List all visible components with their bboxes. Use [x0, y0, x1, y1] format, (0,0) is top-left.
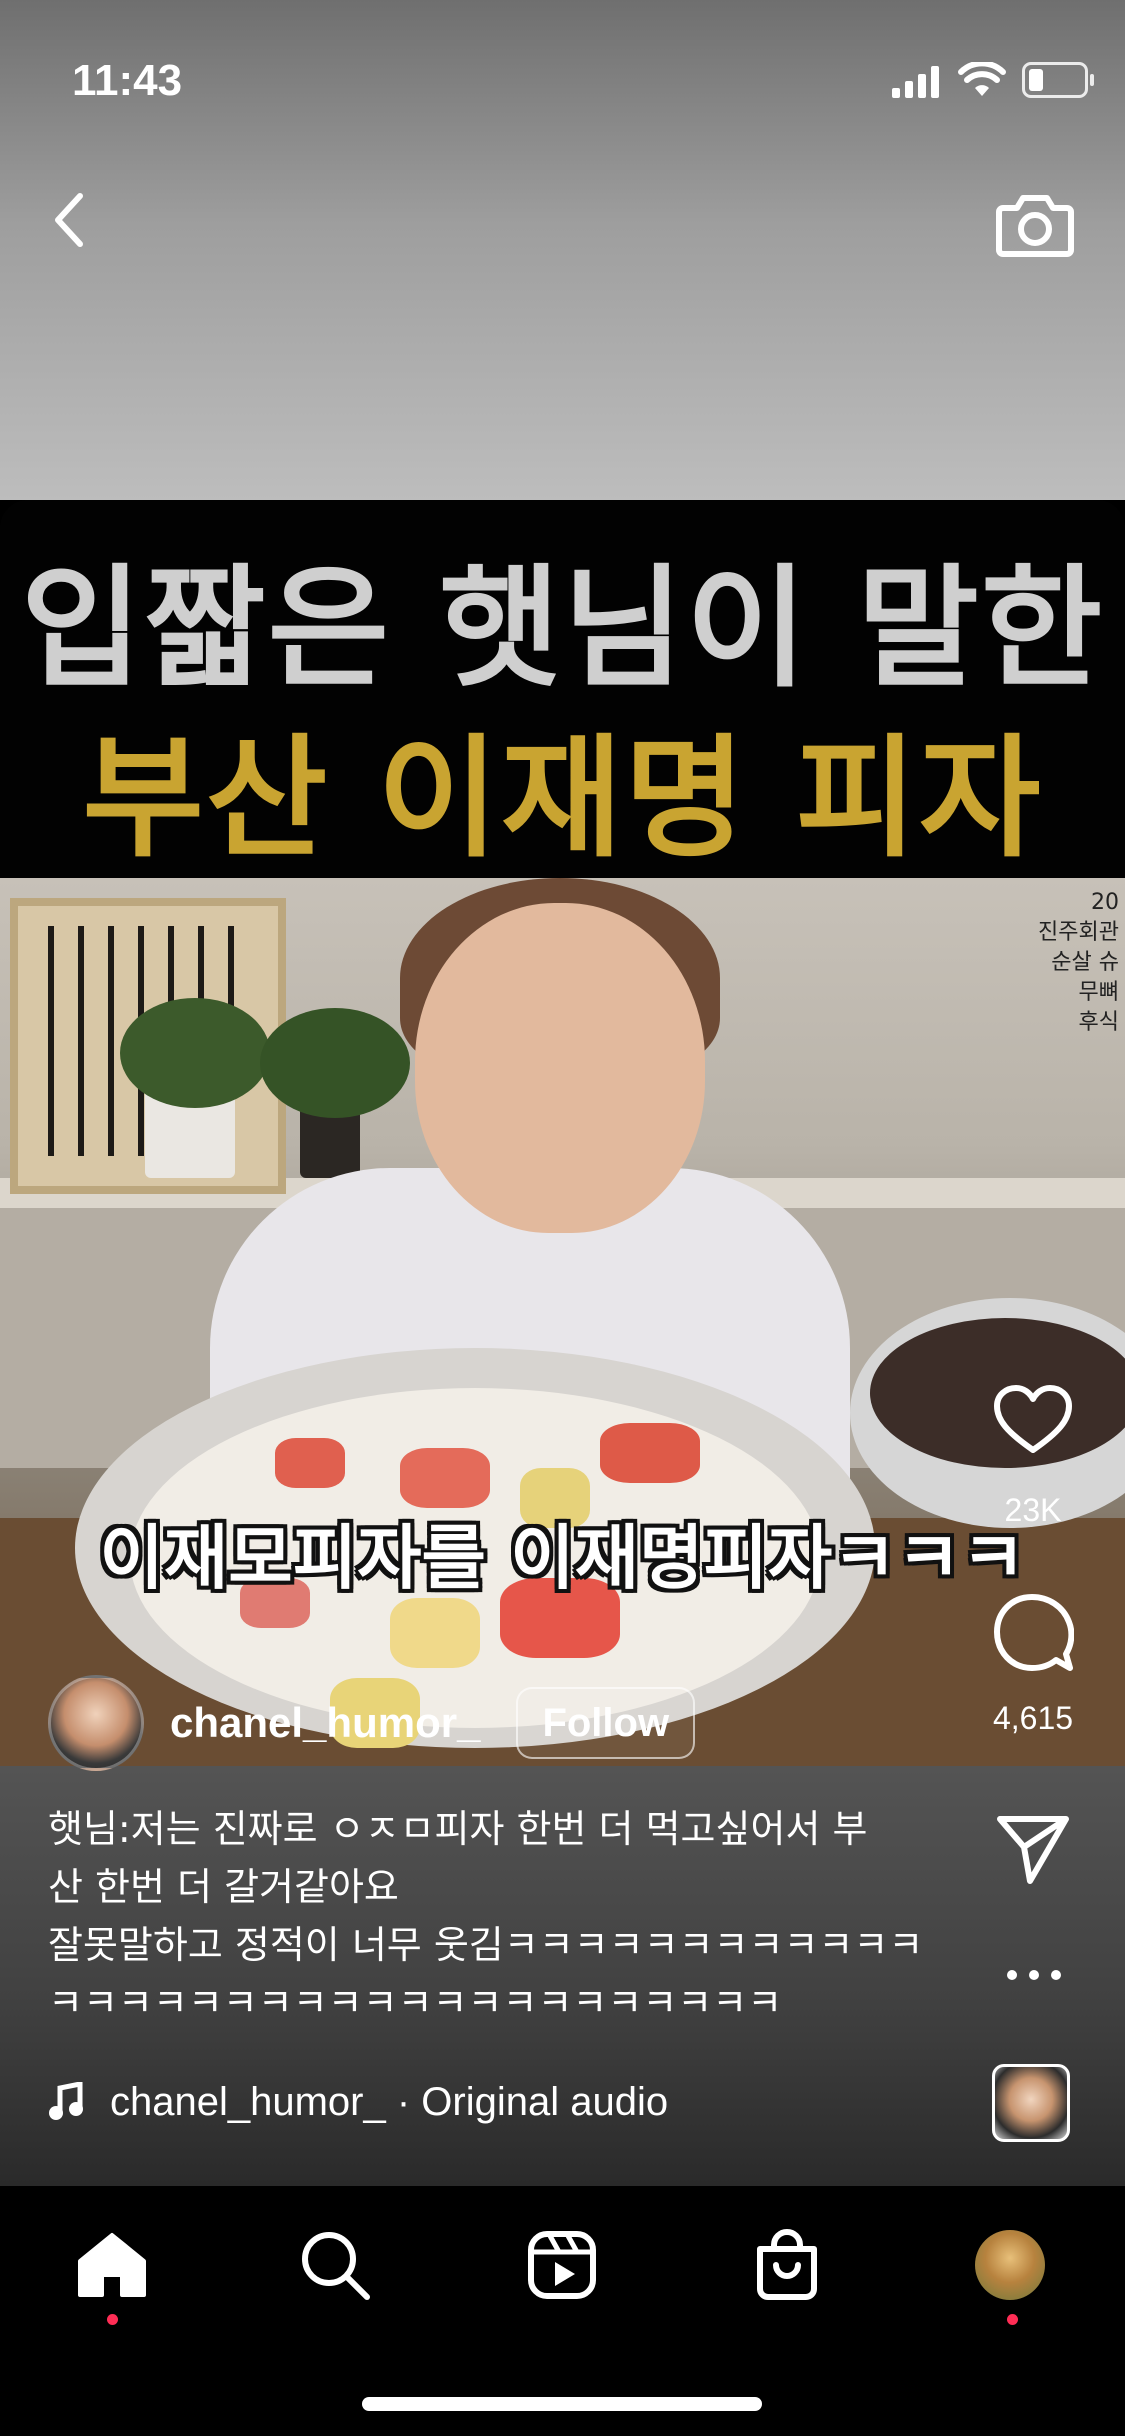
like-count: 23K — [1004, 1492, 1062, 1528]
send-icon — [997, 1816, 1069, 1884]
more-icon — [1007, 1970, 1061, 1980]
video-headline-line1: 입짧은 햇님이 말한 — [20, 552, 1105, 706]
back-button[interactable] — [40, 180, 100, 260]
cellular-signal-icon — [892, 66, 939, 98]
camera-button[interactable] — [990, 180, 1080, 270]
status-time: 11:43 — [72, 56, 183, 105]
caption-line: 햇님:저는 진짜로 ㅇㅈㅁ피자 한번 더 먹고싶어서 부 — [48, 1807, 868, 1851]
tab-search[interactable] — [290, 2220, 380, 2310]
comment-count: 4,615 — [992, 1700, 1074, 1736]
wifi-icon — [958, 62, 1006, 96]
caption-line: 잘못말하고 정적이 너무 웃김ㅋㅋㅋㅋㅋㅋㅋㅋㅋㅋㅋㅋ — [48, 1923, 924, 1967]
reels-icon — [528, 2231, 596, 2299]
melon-piece — [390, 1598, 480, 1668]
video-subtitle: 이재모피자를 이재명피자ㅋㅋㅋ — [99, 1517, 1026, 1599]
caption-line: ㅋㅋㅋㅋㅋㅋㅋㅋㅋㅋㅋㅋㅋㅋㅋㅋㅋㅋㅋㅋㅋ — [48, 1981, 783, 2025]
reel-caption[interactable]: 햇님:저는 진짜로 ㅇㅈㅁ피자 한번 더 먹고싶어서 부 산 한번 더 갈거같아… — [48, 1800, 948, 2032]
like-button[interactable] — [990, 1380, 1076, 1460]
follow-button[interactable]: Follow — [516, 1687, 696, 1759]
shop-icon — [757, 2229, 817, 2300]
caption-line: 산 한번 더 갈거같아요 — [48, 1865, 399, 1909]
watermelon-piece — [400, 1448, 490, 1508]
tab-shop[interactable] — [742, 2220, 832, 2310]
chevron-left-icon — [55, 193, 83, 247]
background-menu-text: 20 진주회관 순살 슈 무뼈 후식 — [1038, 890, 1119, 1035]
comment-icon — [994, 1594, 1074, 1671]
more-options-button[interactable] — [995, 1950, 1073, 2000]
reel-screen: 입짧은 햇님이 말한 부산 이재명 피자 20 진주회관 순살 슈 무뼈 후식 — [0, 0, 1125, 2436]
battery-icon — [1022, 62, 1094, 98]
audio-thumbnail[interactable] — [992, 2064, 1070, 2142]
tab-profile[interactable] — [965, 2220, 1055, 2310]
music-note-icon — [49, 2082, 83, 2120]
watermelon-piece — [275, 1438, 345, 1488]
video-headline-line2: 부산 이재명 피자 — [82, 722, 1043, 876]
author-row: chanel_humor_ Follow — [48, 1675, 696, 1771]
plant — [120, 998, 270, 1108]
author-username[interactable]: chanel_humor_ — [170, 1699, 480, 1747]
person-face — [415, 903, 705, 1233]
video-scene[interactable]: 20 진주회관 순살 슈 무뼈 후식 — [0, 878, 1125, 1766]
tab-reels[interactable] — [517, 2220, 607, 2310]
heart-icon — [994, 1385, 1072, 1453]
tab-home[interactable] — [67, 2220, 157, 2310]
home-notification-dot — [107, 2314, 118, 2325]
comment-button[interactable] — [990, 1590, 1076, 1676]
profile-notification-dot — [1007, 2314, 1018, 2325]
home-icon — [78, 2233, 146, 2297]
watermelon-piece — [600, 1423, 700, 1483]
profile-avatar — [975, 2230, 1045, 2300]
audio-label: chanel_humor_ · Original audio — [110, 2079, 669, 2124]
camera-icon — [996, 195, 1074, 257]
audio-row[interactable]: chanel_humor_ · Original audio — [48, 2072, 668, 2132]
author-avatar[interactable] — [48, 1675, 144, 1771]
home-indicator[interactable] — [362, 2397, 762, 2411]
plant-2 — [260, 1008, 410, 1118]
search-icon — [302, 2232, 370, 2300]
share-button[interactable] — [992, 1808, 1074, 1890]
